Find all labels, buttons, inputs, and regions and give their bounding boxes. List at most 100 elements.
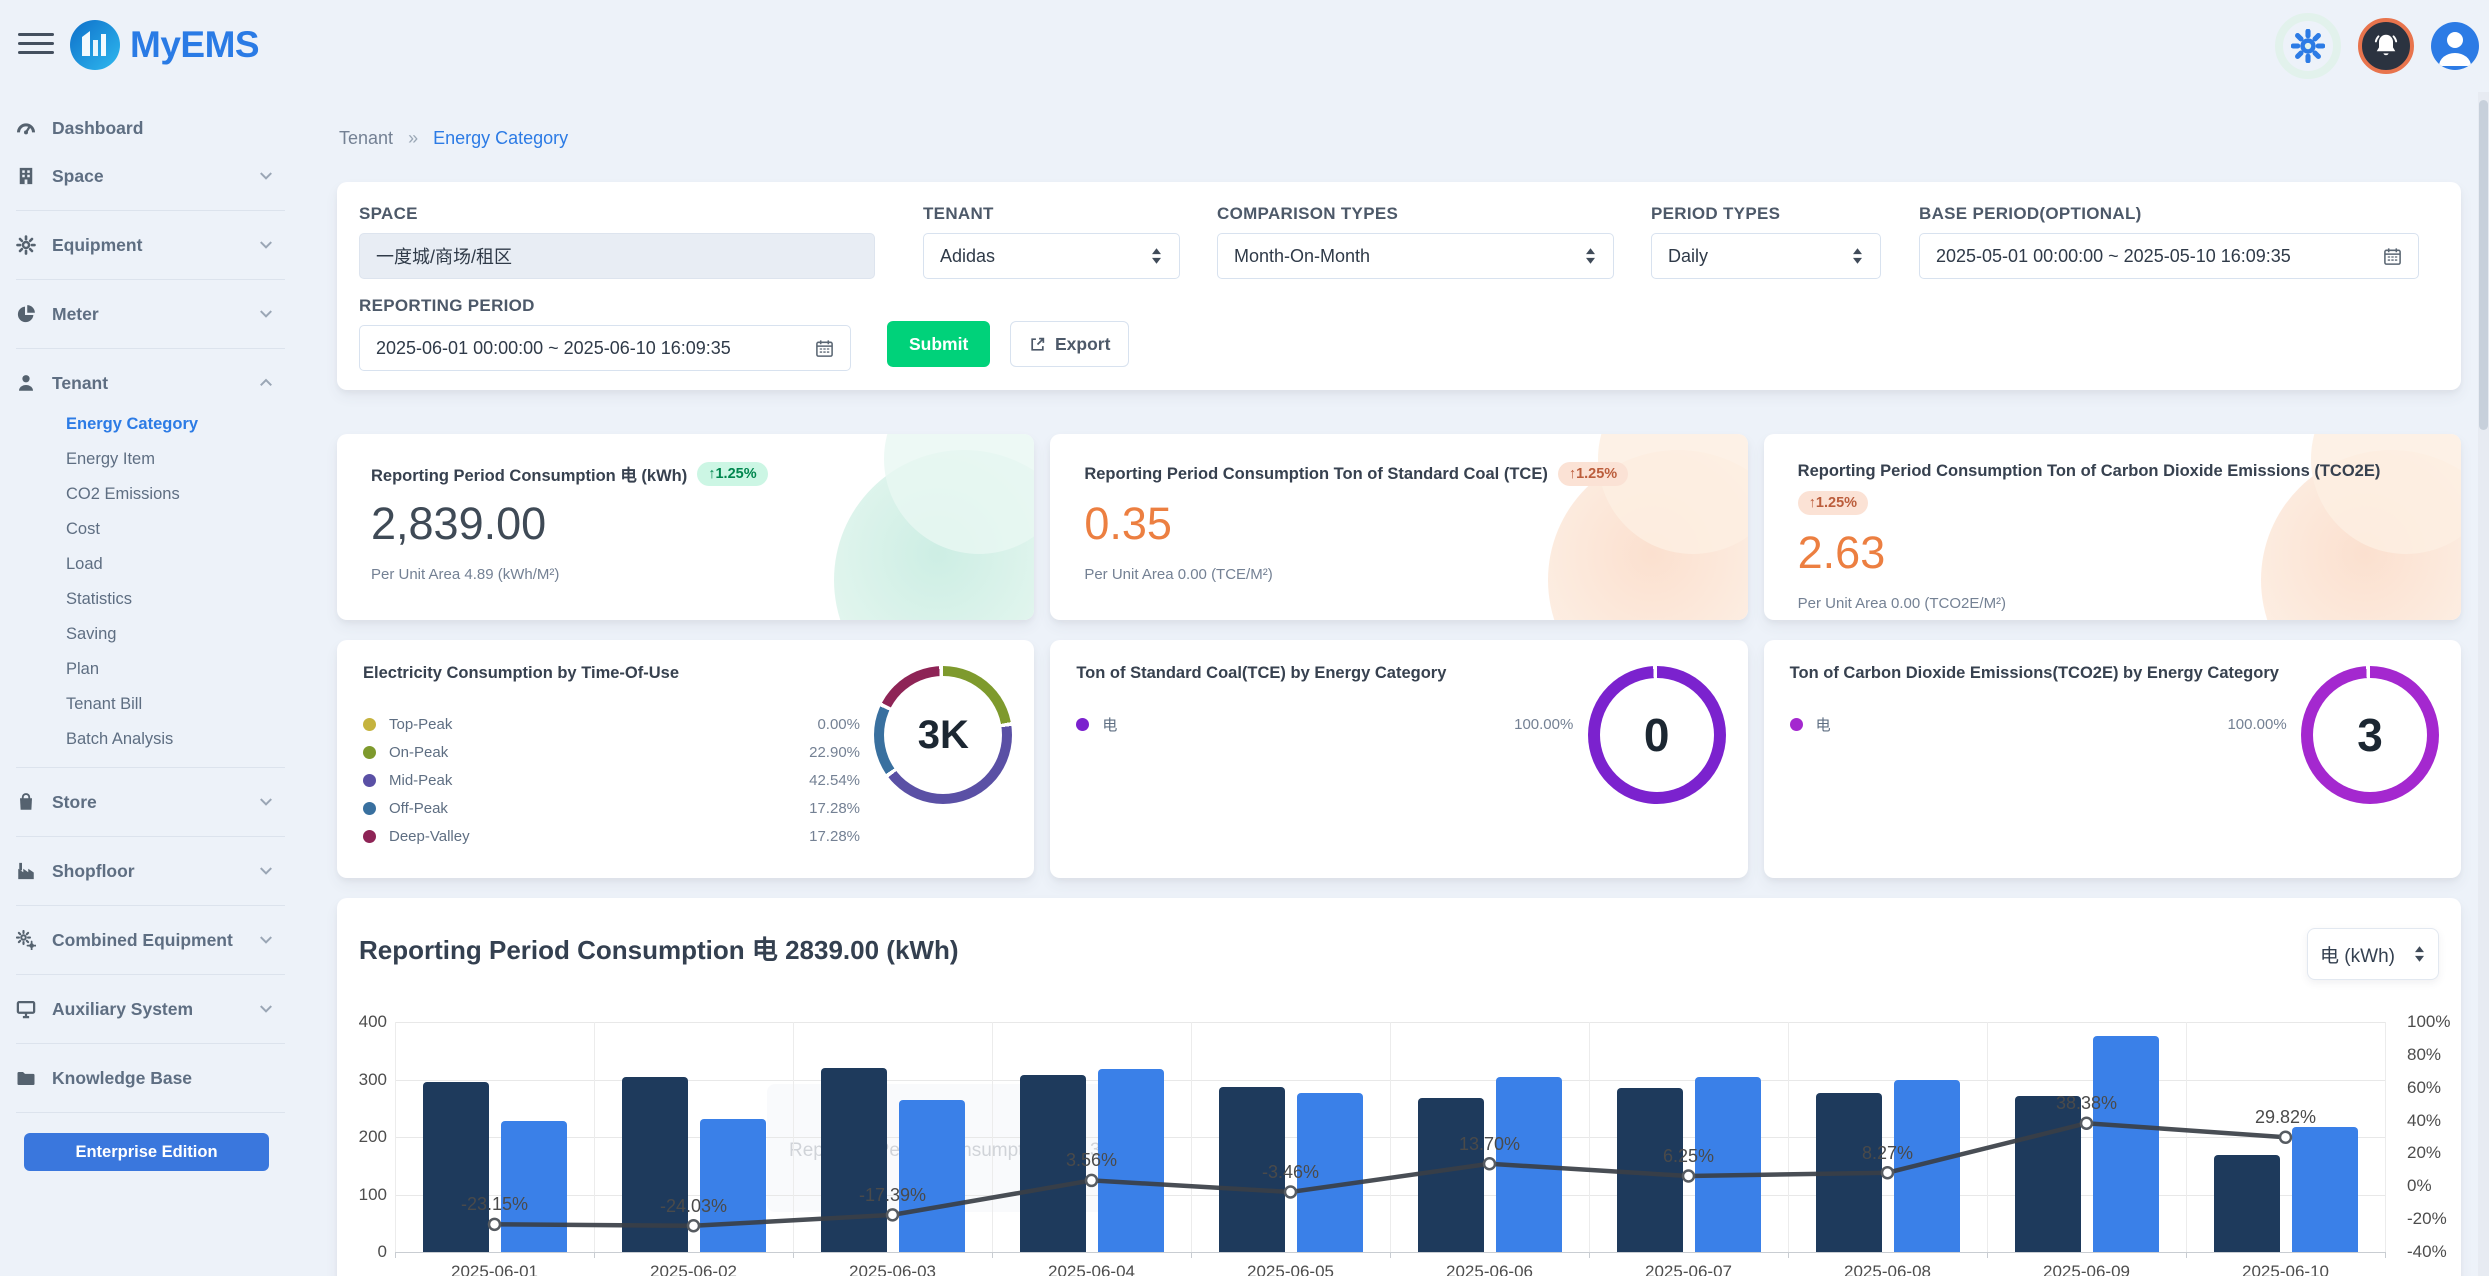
base-period-bar[interactable] [1816,1093,1882,1252]
space-input[interactable]: 一度城/商场/租区 [359,233,875,279]
scrollbar-track[interactable] [2478,92,2489,1276]
chart-plot-area: 0100200300400100%80%60%40%20%0%-20%-40%2… [395,1022,2385,1252]
sidebar-item-combined-equipment[interactable]: Combined Equipment [0,916,285,964]
scrollbar-thumb[interactable] [2479,100,2488,430]
gridline-v [793,1022,794,1253]
line-marker [2081,1118,2092,1129]
hamburger-menu-icon[interactable] [18,33,54,59]
sidebar-item-label: Auxiliary System [52,999,259,1020]
sidebar-subitem-tenant-bill[interactable]: Tenant Bill [0,687,285,722]
sidebar-divider [16,279,285,280]
sidebar-subitem-energy-item[interactable]: Energy Item [0,442,285,477]
sidebar-item-label: Shopfloor [52,861,259,882]
line-marker [887,1209,898,1220]
reporting-period-bar[interactable] [2292,1127,2358,1252]
base-period-bar[interactable] [2015,1096,2081,1252]
sidebar-item-shopfloor[interactable]: Shopfloor [0,847,285,895]
gridline-v [2385,1022,2386,1253]
sidebar-item-knowledge-base[interactable]: Knowledge Base [0,1054,285,1102]
brand[interactable]: MyEMS [70,20,259,70]
reporting-period-bar[interactable] [899,1100,965,1252]
user-avatar-icon[interactable] [2431,22,2479,70]
legend-row[interactable]: On-Peak22.90% [363,738,860,766]
sidebar-divider [16,905,285,906]
legend-dot-icon [1076,718,1089,731]
tenant-select[interactable]: Adidas [923,233,1180,279]
trend-badge: ↑1.25% [1798,491,1868,515]
submit-button[interactable]: Submit [887,321,990,367]
sidebar-item-meter[interactable]: Meter [0,290,285,338]
sidebar-subitem-batch-analysis[interactable]: Batch Analysis [0,722,285,757]
sidebar-subitem-saving[interactable]: Saving [0,617,285,652]
line-marker [1086,1175,1097,1186]
sidebar-subitem-energy-category[interactable]: Energy Category [0,407,285,442]
period-type-select[interactable]: Daily [1651,233,1881,279]
donut-chart: 3 [2301,666,2439,804]
settings-gear-icon[interactable] [2275,13,2341,79]
comparison-select[interactable]: Month-On-Month [1217,233,1614,279]
sidebar-item-tenant[interactable]: Tenant [0,359,285,407]
sidebar-item-label: Equipment [52,235,259,256]
sidebar-item-dashboard[interactable]: Dashboard [0,104,285,152]
reporting-period-bar[interactable] [501,1121,567,1252]
base-period-bar[interactable] [1617,1088,1683,1252]
change-rate-label: 38.38% [2017,1093,2157,1114]
sidebar-subitem-co2-emissions[interactable]: CO2 Emissions [0,477,285,512]
legend-row[interactable]: Off-Peak17.28% [363,794,860,822]
donut-cards-row: Electricity Consumption by Time-Of-UseTo… [337,640,2461,878]
gridline-v [1589,1022,1590,1253]
reporting-period-bar[interactable] [700,1119,766,1252]
x-axis-label: 2025-06-07 [1609,1262,1769,1276]
base-period-input[interactable]: 2025-05-01 00:00:00 ~ 2025-05-10 16:09:3… [1919,233,2419,279]
legend-row[interactable]: Mid-Peak42.54% [363,766,860,794]
enterprise-edition-button[interactable]: Enterprise Edition [24,1133,269,1171]
x-axis-tick [1589,1252,1590,1258]
legend-row[interactable]: Deep-Valley17.28% [363,822,860,850]
sidebar-subitem-plan[interactable]: Plan [0,652,285,687]
breadcrumb-current[interactable]: Energy Category [433,128,568,148]
sidebar-subitem-cost[interactable]: Cost [0,512,285,547]
legend-dot-icon [363,774,376,787]
breadcrumb-parent[interactable]: Tenant [339,128,393,148]
x-axis-label: 2025-06-01 [415,1262,575,1276]
sidebar-subitem-load[interactable]: Load [0,547,285,582]
user-icon [16,373,36,393]
summary-card: Reporting Period Consumption 电 (kWh)↑1.2… [337,434,1034,620]
filter-panel: SPACE 一度城/商场/租区 TENANT Adidas COMPARISON… [337,182,2461,390]
legend-row[interactable]: 电100.00% [1076,710,1573,738]
reporting-period-bar[interactable] [2093,1036,2159,1252]
reporting-period-input[interactable]: 2025-06-01 00:00:00 ~ 2025-06-10 16:09:3… [359,325,851,371]
gridline-v [2186,1022,2187,1253]
reporting-period-bar[interactable] [1496,1077,1562,1252]
myems-logo-icon [70,20,120,70]
base-period-bar[interactable] [622,1077,688,1252]
legend-percent: 0.00% [817,716,860,733]
tenant-label: TENANT [923,204,1180,224]
space-field: SPACE 一度城/商场/租区 [359,204,875,279]
sidebar-subitem-statistics[interactable]: Statistics [0,582,285,617]
line-marker [1285,1186,1296,1197]
sidebar-item-auxiliary-system[interactable]: Auxiliary System [0,985,285,1033]
sidebar-item-store[interactable]: Store [0,778,285,826]
base-period-bar[interactable] [2214,1155,2280,1252]
reporting-period-bar[interactable] [1894,1080,1960,1253]
summary-card-header: Reporting Period Consumption Ton of Carb… [1798,462,2427,515]
y-axis-left-tick: 0 [337,1242,387,1262]
export-button[interactable]: Export [1010,321,1129,367]
legend-row[interactable]: 电100.00% [1790,710,2287,738]
donut-center-value: 3K [918,713,969,758]
chart-unit-select[interactable]: 电 (kWh) [2307,928,2439,980]
comparison-field: COMPARISON TYPES Month-On-Month [1217,204,1614,279]
legend-percent: 22.90% [809,744,860,761]
legend-percent: 100.00% [1514,716,1573,733]
legend-row[interactable]: Top-Peak0.00% [363,710,860,738]
base-period-bar[interactable] [423,1082,489,1252]
base-period-bar[interactable] [1418,1098,1484,1252]
base-period-bar[interactable] [821,1068,887,1252]
change-rate-label: -24.03% [624,1196,764,1217]
donut-legend: 电100.00% [1790,710,2287,738]
base-period-field: BASE PERIOD(OPTIONAL) 2025-05-01 00:00:0… [1919,204,2419,279]
sidebar-item-space[interactable]: Space [0,152,285,200]
notifications-bell-icon[interactable] [2358,18,2414,74]
sidebar-item-equipment[interactable]: Equipment [0,221,285,269]
